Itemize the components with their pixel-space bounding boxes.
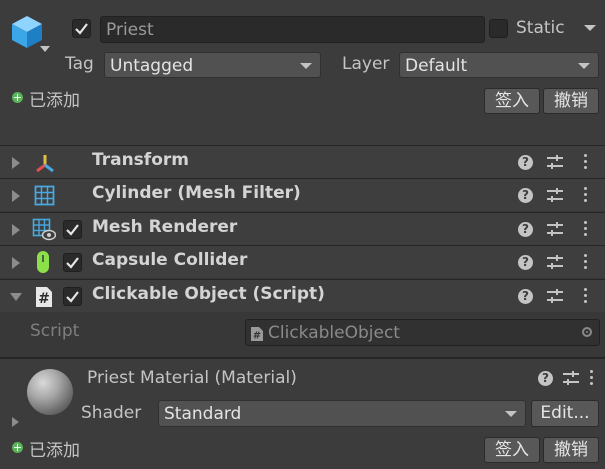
material-preview-sphere[interactable] [27, 369, 73, 415]
mesh-renderer-icon [32, 218, 56, 241]
context-menu-icon[interactable] [584, 154, 588, 172]
layer-value: Default [405, 56, 468, 76]
transform-icon [36, 155, 54, 173]
object-picker-icon[interactable] [582, 327, 592, 337]
capsule-collider-icon [37, 251, 49, 273]
checkin-button[interactable]: 签入 [484, 88, 540, 114]
icon-dropdown-caret-icon[interactable] [40, 46, 50, 52]
presets-icon[interactable] [546, 154, 564, 171]
foldout-arrow-icon[interactable] [12, 224, 20, 236]
static-checkbox[interactable] [489, 19, 508, 38]
context-menu-icon[interactable] [584, 187, 588, 205]
gameobject-cube-icon[interactable] [10, 14, 44, 50]
context-menu-icon[interactable] [584, 288, 588, 306]
component-row-mesh-renderer[interactable]: Mesh Renderer ? [0, 212, 605, 245]
help-icon[interactable]: ? [518, 289, 533, 304]
script-label: Script [30, 321, 80, 341]
shader-dropdown[interactable]: Standard [158, 400, 526, 427]
component-name: Transform [92, 150, 189, 170]
mesh-filter-icon [34, 185, 55, 206]
context-menu-icon[interactable] [590, 370, 594, 388]
svg-text:#: # [38, 291, 50, 307]
script-property-row: Script # ClickableObject [0, 312, 605, 357]
undo-button[interactable]: 撤销 [543, 437, 599, 463]
help-icon[interactable]: ? [518, 188, 533, 203]
script-object-field[interactable]: # ClickableObject [245, 319, 600, 346]
context-menu-icon[interactable] [584, 254, 588, 272]
shader-label: Shader [81, 403, 142, 423]
svg-text:#: # [253, 331, 261, 342]
foldout-arrow-icon[interactable] [12, 157, 20, 169]
active-checkbox[interactable] [72, 19, 91, 38]
static-label: Static [516, 18, 565, 38]
component-row-mesh-filter[interactable]: Cylinder (Mesh Filter) ? [0, 178, 605, 211]
component-name: Mesh Renderer [92, 217, 238, 237]
component-row-transform[interactable]: Transform ? [0, 145, 605, 178]
presets-icon[interactable] [546, 288, 564, 305]
object-name-input[interactable]: Priest [100, 16, 485, 43]
edit-shader-button[interactable]: Edit... [531, 400, 599, 427]
enabled-checkbox[interactable] [63, 220, 82, 239]
component-name: Cylinder (Mesh Filter) [92, 183, 301, 203]
added-plus-icon [12, 442, 23, 453]
script-icon: # [251, 327, 263, 342]
tag-value: Untagged [110, 56, 194, 76]
chevron-down-icon [300, 63, 312, 69]
foldout-arrow-icon[interactable] [12, 190, 20, 202]
component-row-clickable-object[interactable]: # Clickable Object (Script) ? [0, 279, 605, 312]
foldout-arrow-icon[interactable] [12, 417, 19, 427]
added-label: 已添加 [29, 441, 80, 461]
component-name: Capsule Collider [92, 250, 248, 270]
tag-dropdown[interactable]: Untagged [104, 52, 321, 78]
tag-label: Tag [65, 54, 94, 74]
presets-icon[interactable] [546, 221, 564, 238]
added-plus-icon [12, 92, 23, 103]
chevron-down-icon [578, 63, 590, 69]
checkmark-icon [66, 257, 79, 269]
script-value: ClickableObject [268, 323, 400, 343]
checkmark-icon [66, 224, 79, 236]
chevron-down-icon [505, 411, 517, 417]
shader-value: Standard [164, 404, 242, 424]
help-icon[interactable]: ? [518, 155, 533, 170]
presets-icon[interactable] [562, 370, 580, 387]
component-row-capsule-collider[interactable]: Capsule Collider ? [0, 245, 605, 278]
added-label: 已添加 [29, 91, 80, 111]
presets-icon[interactable] [546, 254, 564, 271]
material-title: Priest Material (Material) [87, 368, 297, 388]
foldout-arrow-icon[interactable] [12, 257, 20, 269]
gameobject-header: Priest Static Tag Untagged Layer Default… [0, 0, 605, 145]
enabled-checkbox[interactable] [63, 287, 82, 306]
help-icon[interactable]: ? [538, 371, 553, 386]
enabled-checkbox[interactable] [63, 253, 82, 272]
script-icon: # [36, 287, 52, 307]
foldout-arrow-icon[interactable] [10, 293, 22, 301]
undo-button[interactable]: 撤销 [543, 88, 599, 114]
checkmark-icon [75, 23, 88, 35]
context-menu-icon[interactable] [584, 221, 588, 239]
checkmark-icon [66, 291, 79, 303]
material-section: Priest Material (Material) ? Shader Stan… [0, 359, 605, 469]
checkin-button[interactable]: 签入 [484, 437, 540, 463]
component-name: Clickable Object (Script) [92, 284, 325, 304]
layer-dropdown[interactable]: Default [399, 52, 599, 78]
presets-icon[interactable] [546, 187, 564, 204]
help-icon[interactable]: ? [518, 222, 533, 237]
layer-label: Layer [342, 54, 390, 74]
static-dropdown-arrow-icon[interactable] [584, 25, 596, 31]
help-icon[interactable]: ? [518, 255, 533, 270]
